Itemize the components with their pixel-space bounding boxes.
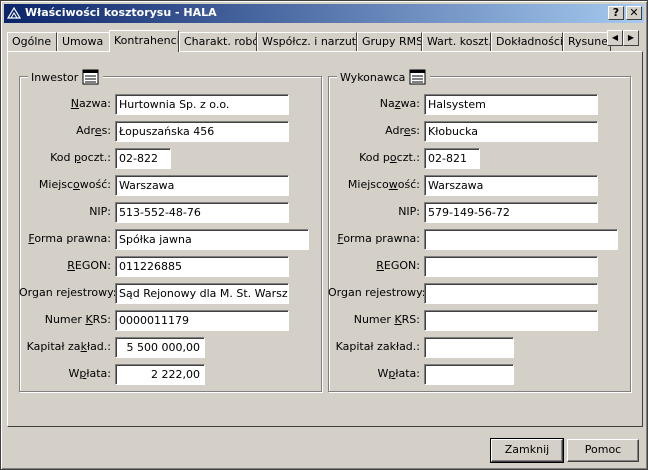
tab-wart-koszt[interactable]: Wart. koszt. [422,32,491,51]
contractor-adres-input[interactable]: Kłobucka [424,121,598,142]
contractor-organ-label: Organ rejestrowy: [328,286,426,299]
contractor-organ-input[interactable] [424,283,598,304]
contractor-miejscowosc-label: Miejscowość: [347,178,420,191]
title-bar: Właściwości kosztorysu - HALA ? ✕ [4,4,644,23]
tab-scroll-right-icon[interactable]: ▶ [623,30,639,46]
investor-kod-input[interactable]: 02-822 [115,148,171,169]
tab-wspolcz-narzuty[interactable]: Współcz. i narzuty [257,32,357,51]
contractor-nip-input[interactable]: 579-149-56-72 [424,202,598,223]
close-title-button[interactable]: ✕ [626,6,642,20]
tab-strip: Ogólne Umowa Kontrahenci Charakt. robót … [7,30,643,52]
investor-nazwa-input[interactable]: Hurtownia Sp. z o.o. [115,94,289,115]
contractor-kod-label: Kod poczt.: [359,151,420,164]
investor-title: Inwestor [31,70,79,84]
close-button[interactable]: Zamknij [490,438,564,463]
contractor-adres-label: Adres: [385,124,420,137]
investor-krs-input[interactable]: 0000011179 [115,310,289,331]
contractor-forma-input[interactable] [424,229,618,250]
tab-rysunek[interactable]: Rysune [563,32,611,51]
investor-regon-label: REGON: [67,259,111,272]
investor-organ-input[interactable]: Sąd Rejonowy dla M. St. Warszawa [115,283,289,304]
investor-nip-label: NIP: [89,205,111,218]
contractor-wplata-input[interactable] [424,364,514,385]
investor-adres-input[interactable]: Łopuszańska 456 [115,121,289,142]
contractor-regon-input[interactable] [424,256,598,277]
investor-organ-label: Organ rejestrowy: [19,286,117,299]
tab-dokladnosci[interactable]: Dokładności [491,32,563,51]
investor-nip-input[interactable]: 513-552-48-76 [115,202,289,223]
tab-panel-kontrahenci: Inwestor Wykonawca Nazwa: Hurtownia Sp. … [7,51,643,427]
contractor-nazwa-input[interactable]: Halsystem [424,94,598,115]
app-icon [7,6,21,19]
contractor-wplata-label: Wpłata: [377,367,420,380]
investor-krs-label: Numer KRS: [44,313,111,326]
contractor-krs-input[interactable] [424,310,598,331]
investor-kapital-input[interactable]: 5 500 000,00 [115,337,205,358]
help-title-button[interactable]: ? [608,6,624,20]
document-list-icon[interactable] [82,69,100,85]
document-list-icon[interactable] [409,69,427,85]
tab-kontrahenci[interactable]: Kontrahenci [109,30,179,52]
dialog-window: Właściwości kosztorysu - HALA ? ✕ Ogólne… [0,0,648,470]
investor-forma-input[interactable]: Spółka jawna [115,229,309,250]
investor-miejscowosc-label: Miejscowość: [38,178,111,191]
contractor-regon-label: REGON: [376,259,420,272]
contractor-kod-input[interactable]: 02-821 [424,148,480,169]
investor-nazwa-label: Nazwa: [70,97,111,110]
contractor-kapital-input[interactable] [424,337,514,358]
window-title: Właściwości kosztorysu - HALA [25,6,217,19]
contractor-nip-label: NIP: [398,205,420,218]
tab-grupy-rms[interactable]: Grupy RMS [357,32,422,51]
help-button[interactable]: Pomoc [567,439,639,462]
tab-scroll-left-icon[interactable]: ◀ [607,30,623,46]
contractor-forma-label: Forma prawna: [337,232,420,245]
contractor-krs-label: Numer KRS: [353,313,420,326]
tab-ogolne[interactable]: Ogólne [7,32,57,51]
investor-wplata-input[interactable]: 2 222,00 [115,364,205,385]
contractor-miejscowosc-input[interactable]: Warszawa [424,175,598,196]
investor-legend: Inwestor [28,68,104,86]
investor-miejscowosc-input[interactable]: Warszawa [115,175,289,196]
investor-kod-label: Kod poczt.: [50,151,111,164]
tab-umowa[interactable]: Umowa [57,32,111,51]
investor-wplata-label: Wpłata: [68,367,111,380]
contractor-kapital-label: Kapitał zakład.: [335,340,420,353]
investor-kapital-label: Kapitał zakład.: [26,340,111,353]
contractor-nazwa-label: Nazwa: [379,97,420,110]
contractor-legend: Wykonawca [337,68,431,86]
investor-forma-label: Forma prawna: [28,232,111,245]
contractor-title: Wykonawca [340,70,406,84]
tab-charakt-robot[interactable]: Charakt. robót [179,32,257,51]
investor-regon-input[interactable]: 011226885 [115,256,289,277]
investor-adres-label: Adres: [76,124,111,137]
